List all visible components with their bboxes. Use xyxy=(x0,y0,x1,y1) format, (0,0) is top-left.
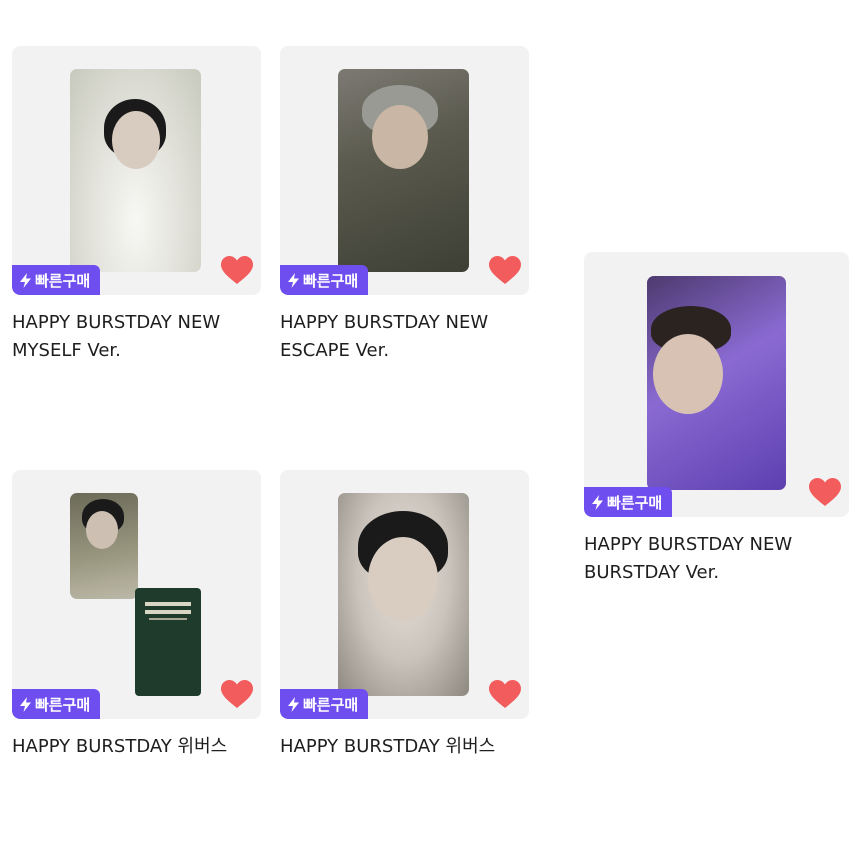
product-title[interactable]: HAPPY BURSTDAY NEW BURSTDAY Ver. xyxy=(584,531,849,587)
product-thumbnail[interactable]: 빠른구매 xyxy=(280,470,529,719)
quick-buy-badge: 빠른구매 xyxy=(12,265,101,295)
product-card[interactable]: 빠른구매 HAPPY BURSTDAY 위버스 xyxy=(280,470,529,761)
heart-icon[interactable] xyxy=(221,680,253,709)
heart-icon[interactable] xyxy=(809,478,841,507)
lightning-icon xyxy=(288,272,299,288)
product-title-line: HAPPY BURSTDAY NEW xyxy=(584,534,793,555)
product-title-line: MYSELF Ver. xyxy=(12,340,121,361)
album-cover xyxy=(135,588,201,696)
product-card[interactable]: 빠른구매 HAPPY BURSTDAY NEW BURSTDAY Ver. xyxy=(584,252,849,587)
product-photo xyxy=(338,493,469,696)
quick-buy-label: 빠른구매 xyxy=(35,695,91,714)
product-title-line: ESCAPE Ver. xyxy=(280,340,390,361)
product-card[interactable]: 빠른구매 HAPPY BURSTDAY 위버스 xyxy=(12,470,261,761)
product-photo xyxy=(338,69,469,272)
quick-buy-badge: 빠른구매 xyxy=(280,689,369,719)
product-card[interactable]: 빠른구매 HAPPY BURSTDAY NEW MYSELF Ver. xyxy=(12,46,261,365)
product-title[interactable]: HAPPY BURSTDAY 위버스 xyxy=(280,733,529,761)
heart-icon[interactable] xyxy=(489,680,521,709)
product-title-line: BURSTDAY Ver. xyxy=(584,562,720,583)
product-title[interactable]: HAPPY BURSTDAY 위버스 xyxy=(12,733,261,761)
quick-buy-label: 빠른구매 xyxy=(303,695,359,714)
quick-buy-label: 빠른구매 xyxy=(35,271,91,290)
lightning-icon xyxy=(592,494,603,510)
lightning-icon xyxy=(288,696,299,712)
product-title[interactable]: HAPPY BURSTDAY NEW MYSELF Ver. xyxy=(12,309,261,365)
product-thumbnail[interactable]: 빠른구매 xyxy=(12,46,261,295)
quick-buy-badge: 빠른구매 xyxy=(12,689,101,719)
quick-buy-badge: 빠른구매 xyxy=(280,265,369,295)
quick-buy-label: 빠른구매 xyxy=(303,271,359,290)
quick-buy-label: 빠른구매 xyxy=(607,493,663,512)
lightning-icon xyxy=(20,272,31,288)
product-thumbnail[interactable]: 빠른구매 xyxy=(12,470,261,719)
product-thumbnail[interactable]: 빠른구매 xyxy=(584,252,849,517)
quick-buy-badge: 빠른구매 xyxy=(584,487,673,517)
heart-icon[interactable] xyxy=(221,256,253,285)
product-card[interactable]: 빠른구매 HAPPY BURSTDAY NEW ESCAPE Ver. xyxy=(280,46,529,365)
product-title-line: HAPPY BURSTDAY 위버스 xyxy=(280,736,496,757)
product-title[interactable]: HAPPY BURSTDAY NEW ESCAPE Ver. xyxy=(280,309,529,365)
lightning-icon xyxy=(20,696,31,712)
product-photo xyxy=(647,276,786,490)
product-title-line: HAPPY BURSTDAY 위버스 xyxy=(12,736,228,757)
product-title-line: HAPPY BURSTDAY NEW xyxy=(280,312,489,333)
heart-icon[interactable] xyxy=(489,256,521,285)
product-title-line: HAPPY BURSTDAY NEW xyxy=(12,312,221,333)
product-photo xyxy=(70,69,201,272)
product-thumbnail[interactable]: 빠른구매 xyxy=(280,46,529,295)
product-photo xyxy=(70,493,138,599)
